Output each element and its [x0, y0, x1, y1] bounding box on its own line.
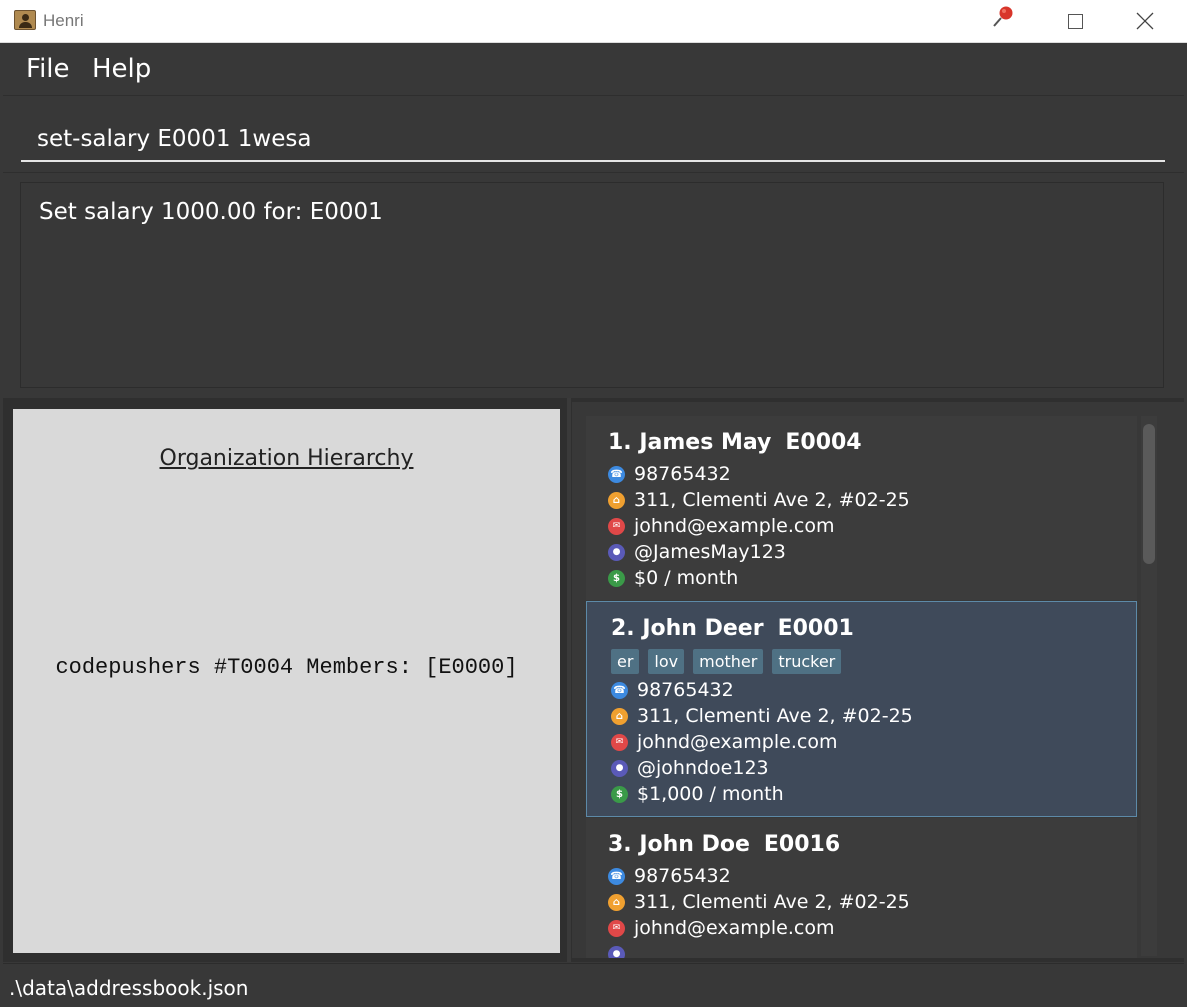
scrollbar-thumb[interactable] — [1143, 424, 1155, 564]
person-card[interactable]: 1. James May E0004 98765432 311, Clementi… — [586, 416, 1137, 600]
github-row: @JamesMay123 — [608, 540, 786, 564]
email-icon — [608, 517, 625, 535]
address-value: 311, Clementi Ave 2, #02-25 — [634, 891, 910, 913]
person-list[interactable]: 1. James May E0004 98765432 311, Clementi… — [572, 402, 1184, 958]
phone-row: 98765432 — [608, 864, 731, 888]
app-window: Henri File Help Set salary 1000.00 for: … — [0, 0, 1187, 1007]
email-value: johnd@example.com — [637, 731, 838, 753]
person-name: 3. John Doe — [608, 832, 750, 857]
phone-row: 98765432 — [611, 678, 734, 702]
tag: er — [611, 649, 640, 674]
github-value: @JamesMay123 — [634, 541, 786, 563]
email-row: johnd@example.com — [611, 730, 837, 754]
person-card[interactable]: 3. John Doe E0016 98765432 311, Clementi … — [586, 818, 1137, 958]
dollar-icon — [611, 785, 628, 803]
hierarchy-team-node[interactable]: codepushers #T0004 Members: [E0000] — [13, 655, 560, 680]
address-row: 311, Clementi Ave 2, #02-25 — [608, 488, 910, 512]
email-icon — [608, 919, 625, 937]
result-display: Set salary 1000.00 for: E0001 — [20, 182, 1164, 388]
menu-bar: File Help — [3, 44, 1184, 96]
person-card-header: 3. John Doe E0016 — [608, 832, 840, 857]
email-row: johnd@example.com — [608, 916, 834, 940]
addressbook-app-icon — [14, 10, 36, 30]
email-icon — [611, 733, 628, 751]
menu-help[interactable]: Help — [92, 54, 151, 84]
tag: mother — [693, 649, 764, 674]
title-bar: Henri — [0, 0, 1187, 43]
close-button[interactable] — [1122, 4, 1168, 38]
github-row — [608, 942, 634, 958]
command-box — [3, 97, 1184, 173]
status-bar: .\data\addressbook.json — [3, 963, 1184, 1007]
email-row: johnd@example.com — [608, 514, 834, 538]
address-value: 311, Clementi Ave 2, #02-25 — [637, 705, 913, 727]
result-text: Set salary 1000.00 for: E0001 — [39, 199, 383, 225]
person-name: 2. John Deer — [611, 616, 764, 641]
split-divider[interactable] — [567, 398, 571, 962]
email-value: johnd@example.com — [634, 917, 835, 939]
tag: lov — [648, 649, 685, 674]
person-id: E0001 — [777, 616, 854, 641]
github-row: @johndoe123 — [611, 756, 769, 780]
person-card-header: 1. James May E0004 — [608, 430, 862, 455]
salary-value: $1,000 / month — [637, 783, 784, 805]
email-value: johnd@example.com — [634, 515, 835, 537]
salary-row: $1,000 / month — [611, 782, 784, 806]
person-name: 1. James May — [608, 430, 772, 455]
github-value: @johndoe123 — [637, 757, 769, 779]
close-icon — [1136, 12, 1154, 30]
organization-hierarchy-panel: Organization Hierarchy codepushers #T000… — [13, 409, 560, 953]
phone-value: 98765432 — [634, 865, 731, 887]
tag-list: er lov mother trucker — [611, 649, 842, 674]
result-display-panel: Set salary 1000.00 for: E0001 — [3, 174, 1184, 396]
maximize-button[interactable] — [1052, 4, 1098, 38]
main-split-pane: Organization Hierarchy codepushers #T000… — [3, 398, 1184, 962]
save-location: .\data\addressbook.json — [9, 976, 249, 1000]
home-icon — [608, 491, 625, 509]
hierarchy-title: Organization Hierarchy — [159, 446, 414, 471]
pin-icon[interactable] — [990, 4, 1016, 30]
phone-value: 98765432 — [637, 679, 734, 701]
tag: trucker — [772, 649, 842, 674]
person-card-selected[interactable]: 2. John Deer E0001 er lov mother trucker … — [586, 601, 1137, 817]
maximize-icon — [1067, 13, 1083, 29]
address-value: 311, Clementi Ave 2, #02-25 — [634, 489, 910, 511]
person-list-scrollbar[interactable] — [1141, 416, 1157, 956]
person-card-header: 2. John Deer E0001 — [611, 616, 854, 641]
menu-file[interactable]: File — [26, 54, 70, 84]
person-id: E0016 — [763, 832, 841, 857]
phone-icon — [608, 465, 625, 483]
address-row: 311, Clementi Ave 2, #02-25 — [611, 704, 913, 728]
person-id: E0004 — [785, 430, 862, 455]
phone-value: 98765432 — [634, 463, 731, 485]
salary-value: $0 / month — [634, 567, 739, 589]
github-icon — [611, 759, 628, 777]
phone-icon — [611, 681, 628, 699]
phone-row: 98765432 — [608, 462, 731, 486]
home-icon — [608, 893, 625, 911]
github-icon — [608, 543, 625, 561]
address-row: 311, Clementi Ave 2, #02-25 — [608, 890, 910, 914]
home-icon — [611, 707, 628, 725]
github-icon — [608, 945, 625, 958]
salary-row: $0 / month — [608, 566, 738, 590]
phone-icon — [608, 867, 625, 885]
window-title: Henri — [43, 11, 84, 30]
command-input[interactable] — [21, 115, 1165, 162]
dollar-icon — [608, 569, 625, 587]
